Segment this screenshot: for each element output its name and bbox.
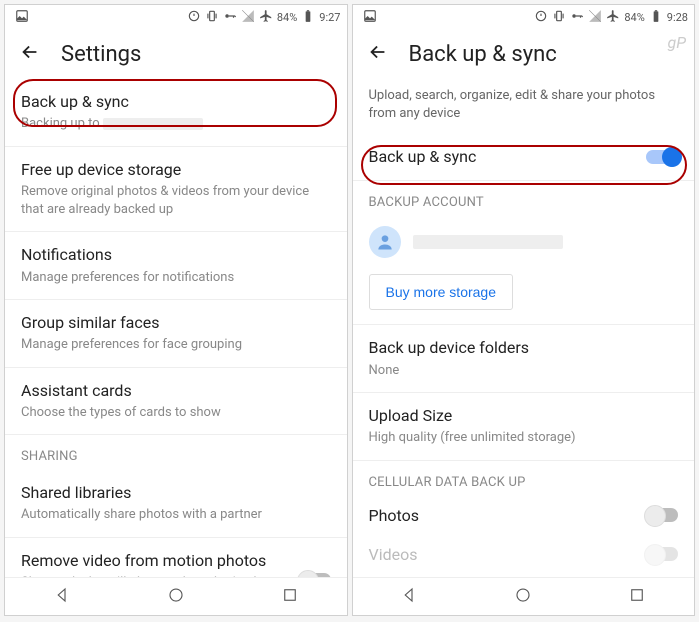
nav-home-icon[interactable]: [167, 586, 185, 608]
battery-icon: [301, 9, 315, 26]
refresh-icon: [187, 9, 201, 26]
photos-toggle-row[interactable]: Photos: [353, 496, 695, 535]
battery-icon: [649, 9, 663, 26]
battery-pct: 84%: [624, 11, 644, 24]
image-icon: [363, 9, 377, 26]
item-secondary: Automatically share photos with a partne…: [21, 506, 331, 524]
item-primary: Back up & sync: [21, 91, 331, 113]
item-primary: Remove video from motion photos: [21, 550, 289, 572]
item-primary: Shared libraries: [21, 482, 331, 504]
item-primary: Free up device storage: [21, 159, 331, 181]
account-blur: [103, 118, 203, 130]
refresh-icon: [534, 9, 548, 26]
item-notifications[interactable]: Notifications Manage preferences for not…: [5, 232, 347, 300]
section-backup-account: BACKUP ACCOUNT: [353, 181, 695, 216]
item-free-storage[interactable]: Free up device storage Remove original p…: [5, 147, 347, 233]
toggle-label: Back up & sync: [369, 147, 477, 166]
photos-label: Photos: [369, 506, 420, 525]
status-bar: 84% 9:28: [353, 5, 695, 29]
videos-label: Videos: [369, 545, 418, 564]
item-upload-size[interactable]: Upload Size High quality (free unlimited…: [353, 393, 695, 461]
item-secondary: None: [369, 362, 679, 380]
item-primary: Group similar faces: [21, 312, 331, 334]
section-sharing: SHARING: [5, 435, 347, 470]
phone-left: 84% 9:27 Settings Back up & sync Backing…: [4, 4, 348, 616]
item-secondary: Manage preferences for face grouping: [21, 336, 331, 354]
watermark: gP: [667, 33, 686, 52]
item-group-faces[interactable]: Group similar faces Manage preferences f…: [5, 300, 347, 368]
item-backup-sync[interactable]: Back up & sync Backing up to: [5, 79, 347, 147]
item-secondary: Remove original photos & videos from you…: [21, 183, 331, 219]
app-bar: Settings: [5, 29, 347, 79]
image-icon: [15, 9, 29, 26]
vibrate-icon: [552, 9, 566, 26]
back-arrow-icon[interactable]: [367, 41, 389, 67]
nav-recent-icon[interactable]: [628, 586, 646, 608]
phone-right: 84% 9:28 gP Back up & sync Upload, searc…: [352, 4, 696, 616]
app-bar: Back up & sync: [353, 29, 695, 79]
page-description: Upload, search, organize, edit & share y…: [353, 79, 695, 133]
clock-time: 9:27: [319, 11, 340, 24]
battery-pct: 84%: [277, 11, 297, 24]
key-icon: [223, 9, 237, 26]
key-icon: [570, 9, 584, 26]
nav-home-icon[interactable]: [514, 586, 532, 608]
item-shared-libraries[interactable]: Shared libraries Automatically share pho…: [5, 470, 347, 538]
account-row[interactable]: [353, 216, 695, 266]
item-assistant-cards[interactable]: Assistant cards Choose the types of card…: [5, 368, 347, 436]
item-primary: Notifications: [21, 244, 331, 266]
nav-bar: [5, 577, 347, 615]
item-primary: Upload Size: [369, 405, 679, 427]
nav-back-icon[interactable]: [53, 586, 71, 608]
item-primary: Back up device folders: [369, 337, 679, 359]
avatar: [369, 226, 401, 258]
item-secondary: Choose the types of cards to show: [21, 404, 331, 422]
nav-recent-icon[interactable]: [281, 586, 299, 608]
videos-toggle-row: Videos: [353, 535, 695, 574]
item-primary: Assistant cards: [21, 380, 331, 402]
no-signal-icon: [588, 9, 602, 26]
page-title: Settings: [61, 42, 141, 67]
section-cellular: CELLULAR DATA BACK UP: [353, 461, 695, 496]
backup-sync-toggle-row[interactable]: Back up & sync: [353, 133, 695, 181]
settings-list: Back up & sync Backing up to Free up dev…: [5, 79, 347, 577]
airplane-icon: [606, 9, 620, 26]
buy-storage-button[interactable]: Buy more storage: [369, 274, 514, 310]
clock-time: 9:28: [667, 11, 688, 24]
backup-sync-switch[interactable]: [646, 150, 678, 164]
airplane-icon: [259, 9, 273, 26]
item-secondary: High quality (free unlimited storage): [369, 429, 679, 447]
nav-bar: [353, 577, 695, 615]
status-bar: 84% 9:27: [5, 5, 347, 29]
item-device-folders[interactable]: Back up device folders None: [353, 325, 695, 393]
no-signal-icon: [241, 9, 255, 26]
account-blur: [413, 235, 563, 249]
videos-switch: [646, 547, 678, 561]
nav-back-icon[interactable]: [400, 586, 418, 608]
photos-switch[interactable]: [646, 508, 678, 522]
vibrate-icon: [205, 9, 219, 26]
item-secondary: Manage preferences for notifications: [21, 269, 331, 287]
motion-toggle[interactable]: [299, 573, 331, 577]
item-secondary: Backing up to: [21, 115, 331, 133]
page-title: Back up & sync: [409, 42, 557, 67]
back-arrow-icon[interactable]: [19, 41, 41, 67]
item-motion-photos[interactable]: Remove video from motion photos Share on…: [5, 538, 347, 577]
